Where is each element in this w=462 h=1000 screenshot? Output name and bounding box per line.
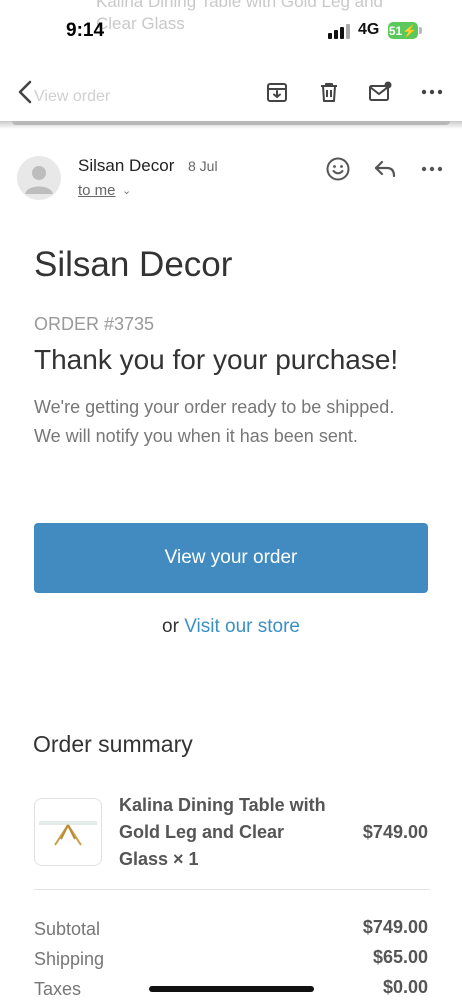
sender-name[interactable]: Silsan Decor <box>78 156 174 176</box>
ghost-title: View order <box>34 88 111 105</box>
trash-icon[interactable] <box>317 80 341 104</box>
thank-you-heading: Thank you for your purchase! <box>34 344 399 375</box>
message-more-icon[interactable] <box>419 156 445 182</box>
status-time: 9:14 <box>66 20 105 41</box>
back-arrow-icon[interactable] <box>14 78 40 106</box>
mark-unread-icon[interactable] <box>368 80 392 104</box>
recipient-link[interactable]: to me <box>78 182 116 199</box>
shipping-value: $65.00 <box>372 947 428 967</box>
or-text: or <box>162 616 185 637</box>
archive-icon[interactable] <box>265 80 289 104</box>
visit-store-link[interactable]: Visit our store <box>184 616 300 637</box>
network-label: 4G <box>358 21 380 38</box>
taxes-value: $0.00 <box>382 977 428 997</box>
home-indicator[interactable] <box>149 986 314 992</box>
signal-icon <box>328 24 350 39</box>
shipping-label: Shipping <box>34 949 105 969</box>
subtotal-label: Subtotal <box>34 919 101 939</box>
store-line: or Visit our store <box>0 616 462 638</box>
background-subject-line1: Kalina Dining Table with Gold Leg and <box>96 0 383 11</box>
reply-icon[interactable] <box>372 156 398 182</box>
table-image <box>39 821 97 846</box>
background-subject-line2: Clear Glass <box>96 14 185 33</box>
product-name: Kalina Dining Table with Gold Leg and Cl… <box>119 795 326 869</box>
emoji-react-icon[interactable] <box>325 156 351 182</box>
more-icon[interactable] <box>420 80 444 104</box>
summary-divider <box>34 889 430 890</box>
order-summary-title: Order summary <box>33 731 193 757</box>
product-thumbnail <box>34 798 102 866</box>
order-message: We're getting your order ready to be shi… <box>34 397 395 446</box>
person-icon <box>25 166 53 194</box>
view-order-button[interactable]: View your order <box>34 523 428 593</box>
battery-level: 51 <box>388 23 403 38</box>
battery-icon: 51 ⚡ <box>388 22 418 39</box>
brand-title: Silsan Decor <box>34 245 233 284</box>
order-number: ORDER #3735 <box>34 314 155 334</box>
toolbar-divider <box>12 121 450 125</box>
subtotal-value: $749.00 <box>362 917 428 937</box>
battery-nub <box>419 27 422 34</box>
taxes-label: Taxes <box>34 979 82 999</box>
product-price: $749.00 <box>362 822 428 842</box>
avatar[interactable] <box>17 156 61 200</box>
chevron-down-icon[interactable]: ⌄ <box>122 184 131 197</box>
email-date: 8 Jul <box>188 158 218 174</box>
